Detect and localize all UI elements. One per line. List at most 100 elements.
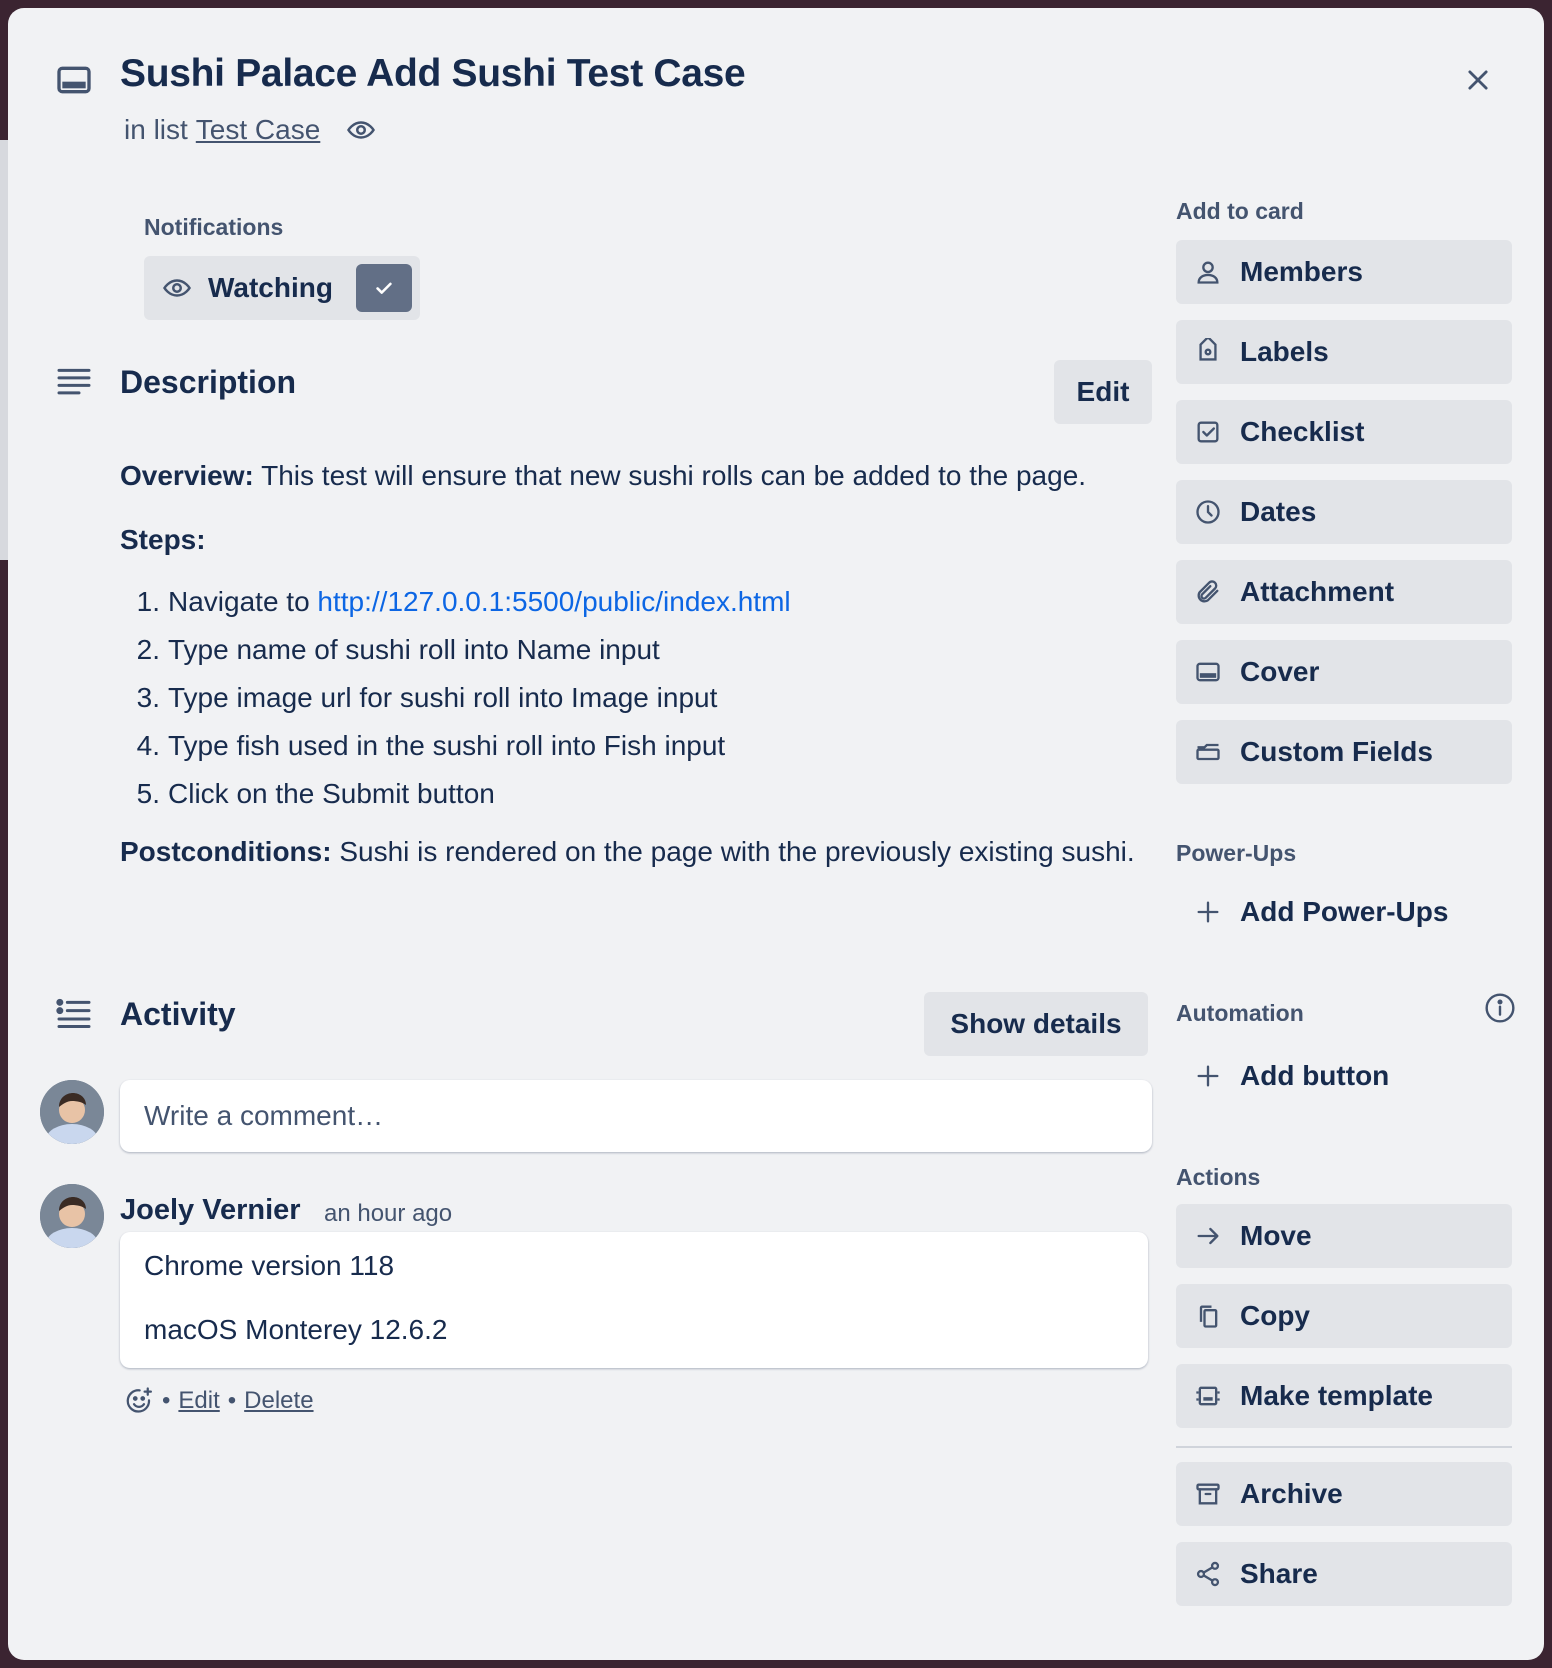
avatar[interactable] [40,1080,104,1144]
make-template-button[interactable]: Make template [1176,1364,1512,1428]
tag-icon [1194,338,1222,366]
add-power-ups-button[interactable]: Add Power-Ups [1176,880,1512,944]
checklist-button[interactable]: Checklist [1176,400,1512,464]
clock-icon [1194,498,1222,526]
archive-icon [1194,1480,1222,1508]
step-item: 3. Type image url for sushi roll into Ima… [120,678,1160,718]
add-button-label: Add button [1240,1060,1390,1091]
watch-button[interactable]: Watching [144,256,420,320]
postconditions-paragraph: Postconditions: Sushi is rendered on the… [120,832,1160,872]
members-label: Members [1240,256,1363,287]
list-link[interactable]: Test Case [196,114,321,146]
labels-label: Labels [1240,336,1329,367]
cover-button[interactable]: Cover [1176,640,1512,704]
add-automation-button[interactable]: Add button [1176,1044,1512,1108]
description-edit-button[interactable]: Edit [1054,360,1152,424]
custom-fields-button[interactable]: Custom Fields [1176,720,1512,784]
make-template-label: Make template [1240,1380,1433,1411]
add-reaction-icon[interactable] [124,1386,154,1416]
comment-author[interactable]: Joely Vernier [120,1194,301,1227]
custom-fields-label: Custom Fields [1240,736,1433,767]
comment-input[interactable]: Write a comment… [120,1080,1152,1152]
move-button[interactable]: Move [1176,1204,1512,1268]
step-text-content: Type fish used in the sushi roll into Fi… [168,730,726,761]
step-number: 3. [136,682,160,713]
cover-label: Cover [1240,656,1320,687]
steps-label: Steps: [120,520,1160,560]
comment-line: Chrome version 118 [144,1250,395,1281]
labels-button[interactable]: Labels [1176,320,1512,384]
close-button[interactable] [1456,58,1500,102]
step-number: 2. [136,634,160,665]
template-icon [1194,1382,1222,1410]
steps-list: 1. Navigate to http://127.0.0.1:5500/publ… [120,582,1160,814]
card-list-info: in list Test Case [124,114,376,146]
share-label: Share [1240,1558,1318,1589]
postconditions-label: Postconditions: [120,836,332,867]
step-text: Type image url for sushi roll into Image… [168,678,717,718]
step-number: 1. [136,586,160,617]
paperclip-icon [1194,578,1222,606]
plus-icon [1194,898,1222,926]
step-text: Click on the Submit button [168,774,495,814]
comment-edit-link[interactable]: Edit [178,1387,219,1415]
close-icon [1464,66,1492,94]
overview-text: This test will ensure that new sushi rol… [253,460,1087,491]
cover-icon [1194,658,1222,686]
archive-label: Archive [1240,1478,1343,1509]
notifications-label: Notifications [144,214,284,240]
description-body[interactable]: Overview: This test will ensure that new… [120,456,1160,872]
checkbox-icon [1194,418,1222,446]
comment-delete-link[interactable]: Delete [244,1387,313,1415]
step-text: Type name of sushi roll into Name input [168,630,660,670]
step-item: 2. Type name of sushi roll into Name inpu… [120,630,1160,670]
add-to-card-label: Add to card [1176,198,1304,224]
sidebar-divider [1176,1446,1512,1448]
eye-icon [346,115,376,145]
step-number: 5. [136,778,160,809]
copy-label: Copy [1240,1300,1310,1331]
plus-icon [1194,1062,1222,1090]
overview-paragraph: Overview: This test will ensure that new… [120,456,1160,496]
info-icon[interactable] [1484,992,1516,1024]
card-icon [54,60,94,100]
copy-button[interactable]: Copy [1176,1284,1512,1348]
step-item: 1. Navigate to http://127.0.0.1:5500/publ… [120,582,1160,622]
step-text-content: Navigate to [168,586,318,617]
activity-icon [54,994,94,1034]
comment-author-avatar[interactable] [40,1184,104,1248]
person-icon [1194,258,1222,286]
steps-heading: Steps: [120,524,206,555]
checklist-label: Checklist [1240,416,1365,447]
postconditions-text: Sushi is rendered on the page with the p… [331,836,1135,867]
description-icon [54,362,94,402]
share-icon [1194,1560,1222,1588]
members-button[interactable]: Members [1176,240,1512,304]
show-details-button[interactable]: Show details [924,992,1148,1056]
overview-label: Overview: [120,460,254,491]
automation-label: Automation [1176,1000,1304,1026]
share-button[interactable]: Share [1176,1542,1512,1606]
actions-label: Actions [1176,1164,1261,1190]
comment-timestamp[interactable]: an hour ago [324,1200,452,1228]
separator-dot: • [227,1387,237,1414]
step-text-content: Click on the Submit button [168,778,495,809]
separator-dot: • [162,1387,171,1414]
comment-body: Chrome version 118 macOS Monterey 12.6.2 [120,1232,1148,1368]
step-text-content: Type image url for sushi roll into Image… [168,682,718,713]
step-link[interactable]: http://127.0.0.1:5500/public/index.html [317,586,790,617]
card-detail-modal: Sushi Palace Add Sushi Test Case in list… [8,8,1544,1660]
watching-check [356,264,412,312]
power-ups-label: Power-Ups [1176,840,1297,866]
archive-button[interactable]: Archive [1176,1462,1512,1526]
attachment-button[interactable]: Attachment [1176,560,1512,624]
dates-button[interactable]: Dates [1176,480,1512,544]
step-item: 5. Click on the Submit button [120,774,1160,814]
step-item: 4. Type fish used in the sushi roll into … [120,726,1160,766]
dates-label: Dates [1240,496,1317,527]
custom-fields-icon [1194,738,1222,766]
card-title[interactable]: Sushi Palace Add Sushi Test Case [120,52,746,96]
comment-line: macOS Monterey 12.6.2 [144,1314,448,1345]
eye-icon [162,273,192,303]
description-title: Description [120,364,297,400]
